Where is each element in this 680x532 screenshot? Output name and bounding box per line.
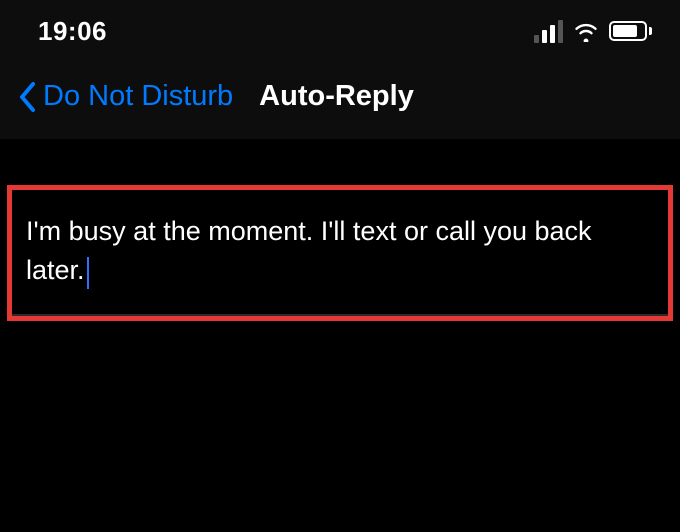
page-title: Auto-Reply: [259, 80, 414, 113]
cellular-icon: [534, 20, 563, 43]
wifi-icon: [572, 20, 600, 42]
auto-reply-message-text: I'm busy at the moment. I'll text or cal…: [26, 216, 592, 285]
status-time: 19:06: [38, 16, 107, 47]
text-cursor-icon: [87, 257, 89, 289]
auto-reply-text-field[interactable]: I'm busy at the moment. I'll text or cal…: [12, 190, 668, 316]
battery-icon: [609, 21, 652, 41]
content-spacer: [0, 139, 680, 185]
nav-bar: Do Not Disturb Auto-Reply: [0, 56, 680, 139]
highlight-annotation: I'm busy at the moment. I'll text or cal…: [7, 185, 673, 321]
status-icons: [534, 20, 652, 43]
chevron-left-icon: [18, 81, 37, 113]
back-label: Do Not Disturb: [43, 80, 233, 113]
back-button[interactable]: Do Not Disturb: [18, 80, 233, 113]
status-bar: 19:06: [0, 0, 680, 56]
